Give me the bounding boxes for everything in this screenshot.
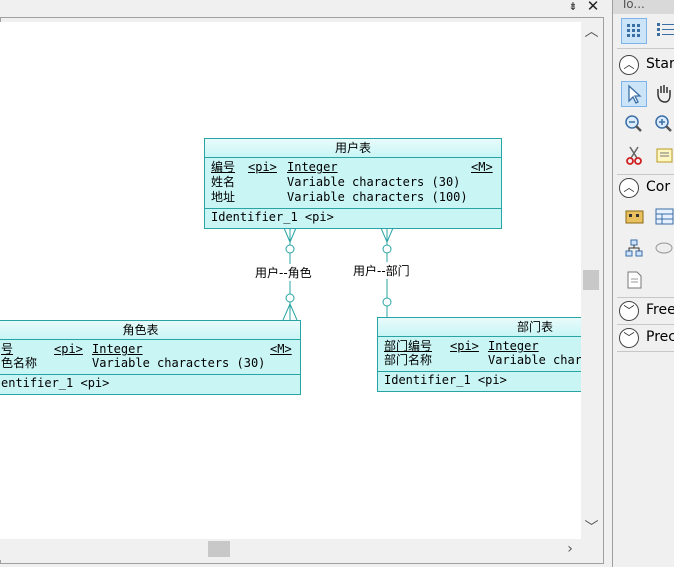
- diagram-canvas[interactable]: 用户--角色 用户--部门 用户表 编号 <pi> Integer <M> 姓名…: [0, 22, 581, 539]
- identifier-divider: [378, 371, 581, 372]
- pointer-icon[interactable]: [621, 81, 647, 107]
- attr-flag: <M>: [270, 342, 292, 356]
- attr-name: 姓名: [211, 175, 236, 189]
- attr-flag: <M>: [471, 160, 493, 174]
- collapse-chevron-icon[interactable]: ︿: [619, 55, 639, 75]
- entity-dept[interactable]: 部门表 部门编号 <pi> Integer 部门名称 Variable char…: [377, 317, 581, 392]
- attr-name: 编号: [211, 160, 236, 174]
- entity-title: 角色表: [0, 321, 300, 340]
- attr-type: Integer: [488, 339, 539, 353]
- vertical-scrollbar[interactable]: ︿ ﹀: [581, 22, 602, 539]
- identifier-divider: [0, 374, 300, 375]
- attr-name: 地址: [211, 190, 236, 204]
- attr-type: Variable characters (30): [287, 175, 461, 189]
- entity-user[interactable]: 用户表 编号 <pi> Integer <M> 姓名 Variable char…: [204, 138, 502, 229]
- entity-title: 用户表: [205, 139, 501, 158]
- inheritance-icon[interactable]: [621, 236, 647, 262]
- horizontal-scroll-thumb[interactable]: [208, 541, 230, 557]
- section-standard[interactable]: ︿ Star: [617, 53, 674, 77]
- toolbox-divider: [617, 351, 674, 352]
- toolbox-header[interactable]: To...: [613, 0, 674, 14]
- entity-tool-icon[interactable]: [651, 204, 674, 230]
- pin-icon[interactable]: ⇟: [566, 0, 580, 14]
- section-label: Prec: [646, 329, 674, 345]
- toolbox-divider: [617, 174, 674, 175]
- section-label: Cor: [646, 179, 671, 195]
- section-label: Free: [646, 302, 674, 318]
- association-icon[interactable]: [651, 236, 674, 262]
- expand-chevron-icon[interactable]: ﹀: [619, 328, 639, 348]
- attr-type: Integer: [92, 342, 143, 356]
- hand-icon[interactable]: [651, 81, 674, 107]
- identifier-divider: [205, 208, 501, 209]
- attr-type: Variable chars: [488, 353, 581, 367]
- close-icon[interactable]: ✕: [586, 0, 600, 14]
- entity-title: 部门表: [378, 318, 581, 337]
- attr-key: <pi>: [450, 339, 479, 353]
- attr-name: 色名称: [1, 356, 38, 370]
- attr-type: Integer: [287, 160, 338, 174]
- identifier: entifier_1 <pi>: [1, 376, 110, 390]
- collapse-chevron-icon[interactable]: ︿: [619, 178, 639, 198]
- toolbox-title: To...: [621, 0, 645, 11]
- diagram-title-bar: [0, 0, 608, 18]
- attr-name: 部门名称: [384, 353, 433, 367]
- attr-key: <pi>: [248, 160, 277, 174]
- identifier: Identifier_1 <pi>: [211, 210, 334, 224]
- attr-type: Variable characters (100): [287, 190, 468, 204]
- relation-label-user-dept[interactable]: 用户--部门: [353, 262, 410, 279]
- scroll-down-icon[interactable]: ﹀: [581, 518, 602, 538]
- list-view-icon[interactable]: [651, 18, 674, 44]
- vertical-scroll-thumb[interactable]: [583, 270, 599, 290]
- zoom-in-icon[interactable]: [651, 112, 674, 138]
- toolbox-divider: [617, 48, 674, 49]
- zoom-out-icon[interactable]: [621, 112, 647, 138]
- attr-type: Variable characters (30): [92, 356, 266, 370]
- grid-view-icon[interactable]: [621, 18, 647, 44]
- attr-key: <pi>: [54, 342, 83, 356]
- cut-icon[interactable]: [621, 143, 647, 169]
- attr-name: 部门编号: [384, 339, 433, 353]
- attr-name: 号: [1, 342, 14, 356]
- section-free[interactable]: ﹀ Free: [617, 299, 674, 323]
- expand-chevron-icon[interactable]: ﹀: [619, 301, 639, 321]
- package-icon[interactable]: [621, 204, 647, 230]
- toolbox-panel: To... ︿ Star ︿ Cor ﹀ Free ﹀ Prec: [612, 0, 674, 567]
- toolbox-divider: [617, 297, 674, 298]
- section-predefined[interactable]: ﹀ Prec: [617, 326, 674, 350]
- section-conceptual[interactable]: ︿ Cor: [617, 176, 674, 200]
- toolbox-divider: [617, 324, 674, 325]
- scroll-right-icon[interactable]: ›: [560, 539, 580, 560]
- entity-role[interactable]: 角色表 号 <pi> Integer <M> 色名称 Variable char…: [0, 320, 301, 395]
- relation-label-user-role[interactable]: 用户--角色: [255, 264, 312, 281]
- horizontal-scrollbar[interactable]: ›: [0, 539, 581, 560]
- note-icon[interactable]: [651, 143, 674, 169]
- scroll-up-icon[interactable]: ︿: [581, 22, 602, 42]
- identifier: Identifier_1 <pi>: [384, 373, 507, 387]
- section-label: Star: [646, 56, 674, 72]
- file-icon[interactable]: [621, 268, 647, 294]
